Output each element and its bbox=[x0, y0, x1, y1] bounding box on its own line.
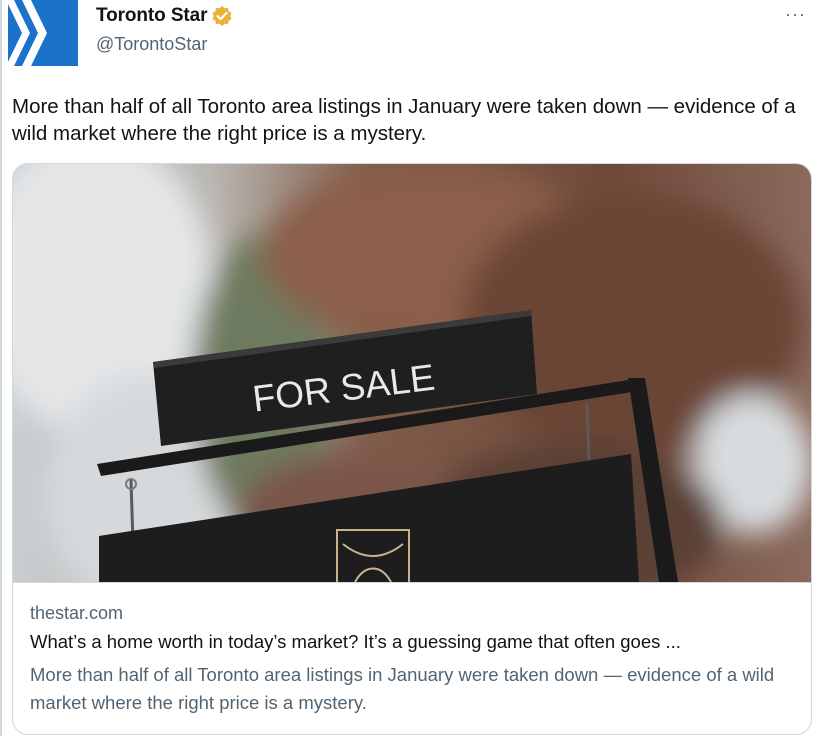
author-handle[interactable]: @TorontoStar bbox=[96, 34, 207, 55]
card-title: What’s a home worth in today’s market? I… bbox=[30, 631, 681, 652]
author-display-name[interactable]: Toronto Star bbox=[96, 5, 207, 27]
tweet-text: More than half of all Toronto area listi… bbox=[12, 95, 796, 145]
card-image: FOR SALE bbox=[13, 164, 811, 582]
card-meta: thestar.com What’s a home worth in today… bbox=[13, 582, 811, 734]
avatar[interactable] bbox=[8, 0, 78, 66]
card-domain: thestar.com bbox=[30, 603, 124, 623]
timeline-divider bbox=[0, 0, 2, 736]
toronto-star-logo-icon bbox=[8, 0, 78, 66]
link-preview-card[interactable]: FOR SALE thestar.com What’s a home worth… bbox=[12, 163, 812, 735]
author-name-row: Toronto Star bbox=[96, 5, 233, 27]
card-description: More than half of all Toronto area listi… bbox=[30, 664, 775, 713]
verified-badge-icon[interactable] bbox=[211, 5, 233, 27]
more-options-button[interactable]: ··· bbox=[785, 4, 806, 25]
